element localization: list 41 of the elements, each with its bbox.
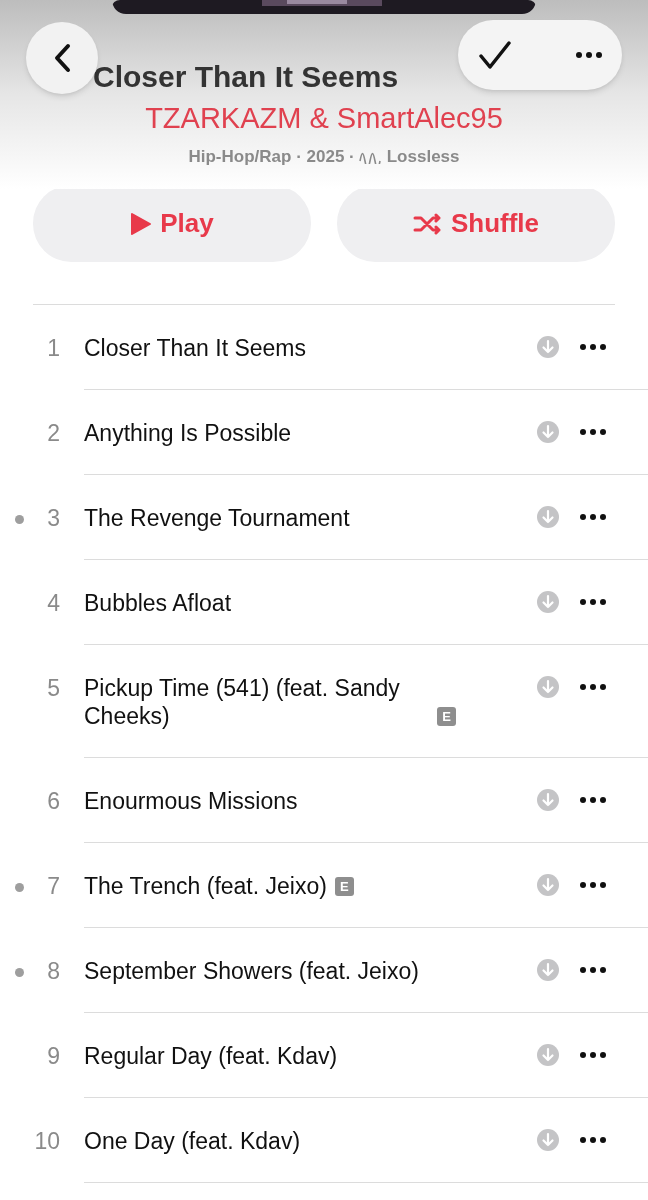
more-icon[interactable] <box>580 1052 606 1059</box>
check-icon[interactable] <box>478 40 512 70</box>
track-title[interactable]: The Revenge Tournament <box>84 504 350 533</box>
track-number: 4 <box>47 589 60 618</box>
track-title[interactable]: Regular Day (feat. Kdav) <box>84 1042 338 1071</box>
genre-year: Hip-Hop/Rap · 2025 · <box>188 145 355 168</box>
track-number: 2 <box>47 419 60 448</box>
track-number: 1 <box>47 334 60 363</box>
album-title: Closer Than It Seems <box>93 60 399 93</box>
more-icon[interactable] <box>580 599 606 606</box>
track-title[interactable]: Bubbles Afloat <box>84 589 232 618</box>
track-title[interactable]: September Showers (feat. Jeixo) <box>84 957 419 986</box>
track-title[interactable]: The Trench (feat. Jeixo) <box>84 872 327 901</box>
track-title[interactable]: Enourmous Missions <box>84 787 298 816</box>
more-icon[interactable] <box>580 684 606 691</box>
track-title[interactable]: Closer Than It Seems <box>84 334 306 363</box>
back-icon <box>53 43 71 73</box>
track-number: 7 <box>47 872 60 901</box>
quality-label: Lossless <box>386 145 460 168</box>
track-number: 10 <box>34 1127 60 1156</box>
artist-name[interactable]: TZARKAZM & SmartAlec95 <box>145 99 503 136</box>
play-icon <box>130 211 153 236</box>
shuffle-icon <box>412 212 443 235</box>
more-icon[interactable] <box>580 882 606 889</box>
more-icon[interactable] <box>580 797 606 804</box>
more-icon[interactable] <box>580 344 606 351</box>
track-number: 5 <box>47 674 60 703</box>
track-title[interactable]: Anything Is Possible <box>84 419 292 448</box>
track-number: 6 <box>47 787 60 816</box>
explicit-badge: E <box>437 707 456 727</box>
track-title[interactable]: Pickup Time (541) (feat. Sandy Cheeks) <box>84 674 429 731</box>
track-title[interactable]: One Day (feat. Kdav) <box>84 1127 301 1156</box>
more-icon[interactable] <box>580 514 606 521</box>
more-icon[interactable] <box>580 429 606 436</box>
track-number: 8 <box>47 957 60 986</box>
more-icon[interactable] <box>580 967 606 974</box>
explicit-badge: E <box>334 877 354 897</box>
track-number: 9 <box>47 1042 60 1071</box>
more-icon[interactable] <box>576 52 602 58</box>
track-number: 3 <box>47 504 60 533</box>
more-icon[interactable] <box>580 1137 606 1144</box>
